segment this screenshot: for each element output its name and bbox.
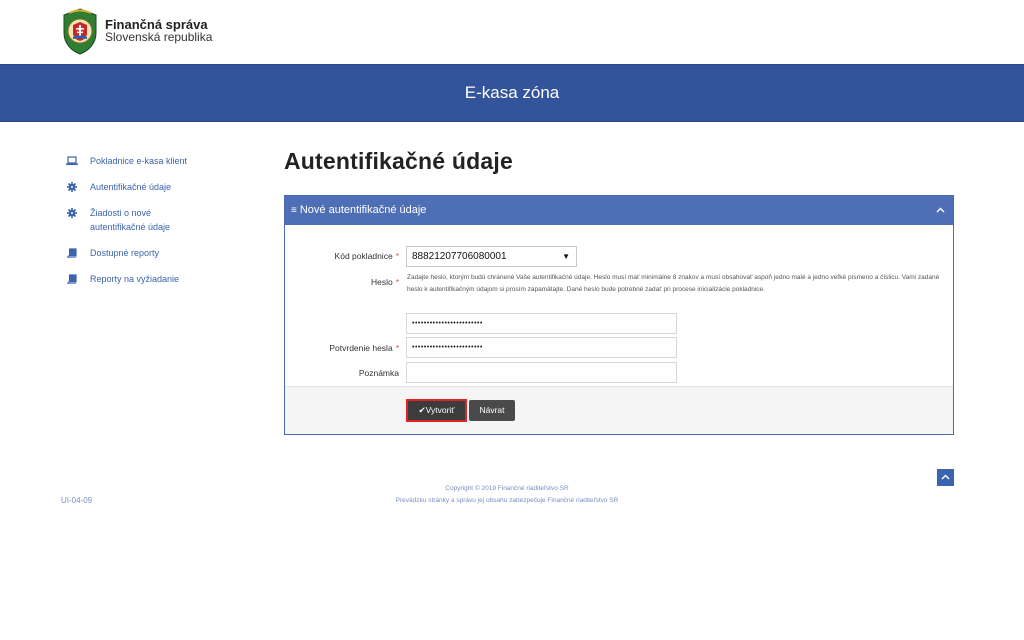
laptop-icon [66,155,78,167]
top-header: Finančná správa Slovenská republika [0,0,1024,64]
sidebar-item-label: Autentifikačné údaje [90,182,172,192]
heslo-help-text: Zadajte heslo, ktorým budú chránené Vaše… [407,274,940,293]
poznamka-label: Poznámka [358,368,399,378]
sidebar-item-label: Reporty na vyžiadanie [90,274,180,284]
copyright-text: Copyright © 2019 Finančné riaditeľstvo S… [445,485,569,492]
required-mark: * [395,277,399,287]
gear-icon [66,207,78,219]
panel-title: Nové autentifikačné údaje [299,204,427,216]
dropdown-arrow-icon: ▼ [562,252,570,261]
sidebar-item-label: Žiadosti o nové autentifikačné údaje [90,208,171,232]
heslo-label: Heslo [370,277,393,287]
required-mark: * [395,343,399,353]
new-credentials-panel: ≡ Nové autentifikačné údaje Kód pokladnic… [284,195,954,435]
panel-footer: ✔Vytvoriť Návrat [285,386,953,434]
potvrdenie-hesla-input[interactable]: •••••••••••••••••••••••• [406,337,677,358]
chevron-up-icon[interactable] [936,196,945,225]
gear-icon [66,181,78,193]
zone-banner: E-kasa zóna [0,64,1024,122]
chevron-up-icon [941,474,950,480]
kod-value: 88821207706080001 [412,251,507,262]
brand-subtitle: Slovenská republika [105,30,213,44]
sidebar-item-label: Dostupné reporty [90,248,160,258]
operator-text: Prevádzku stránky a správu jej obsahu za… [395,497,619,504]
poznamka-input[interactable] [406,362,677,383]
kod-row: Kód pokladnice * 88821207706080001 ▼ [285,246,953,267]
list-icon: ≡ [291,205,297,216]
kod-label: Kód pokladnice [334,251,393,261]
sidebar-item-autentifikacne[interactable]: Autentifikačné údaje [66,180,236,194]
panel-header[interactable]: ≡ Nové autentifikačné údaje [285,196,953,225]
scroll-to-top-button[interactable] [937,469,954,486]
create-button[interactable]: ✔Vytvoriť [406,399,467,422]
book-icon [66,273,78,285]
kod-pokladnice-select[interactable]: 88821207706080001 ▼ [406,246,577,267]
page-title: Autentifikačné údaje [284,148,513,174]
sidebar-item-label: Pokladnice e-kasa klient [90,156,188,166]
footer-text: Copyright © 2019 Finančné riaditeľstvo S… [0,483,1014,507]
financna-sprava-logo [63,8,97,55]
sidebar-nav: Pokladnice e-kasa klient Autentifikačné … [66,150,236,298]
back-button[interactable]: Návrat [469,400,515,421]
book-icon [66,247,78,259]
potvrdenie-label: Potvrdenie hesla [329,343,393,353]
sidebar-item-pokladnice[interactable]: Pokladnice e-kasa klient [66,154,236,168]
sidebar-item-ziadosti[interactable]: Žiadosti o nové autentifikačné údaje [66,206,236,234]
sidebar-item-dostupne-reporty[interactable]: Dostupné reporty [66,246,236,260]
banner-title: E-kasa zóna [464,83,560,102]
sidebar-item-reporty-na-vyziadanie[interactable]: Reporty na vyžiadanie [66,272,236,286]
required-mark: * [395,251,399,261]
heslo-input[interactable]: •••••••••••••••••••••••• [406,313,677,334]
